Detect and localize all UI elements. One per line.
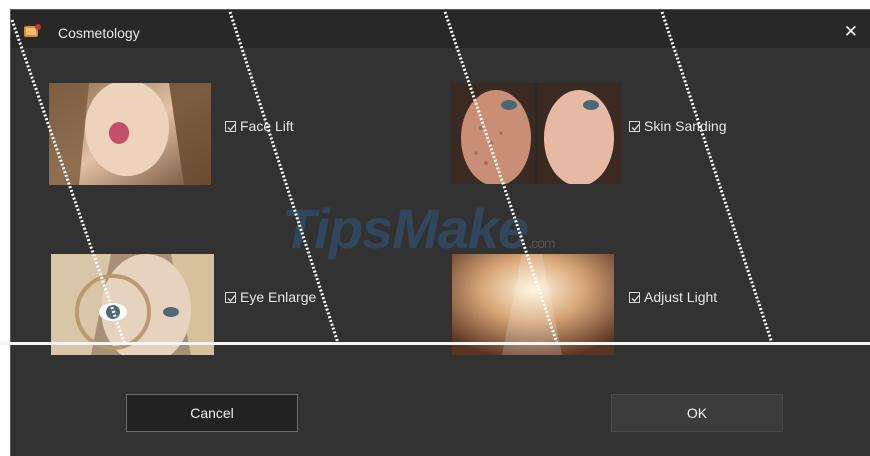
dashed-guide-lines [10,11,774,346]
